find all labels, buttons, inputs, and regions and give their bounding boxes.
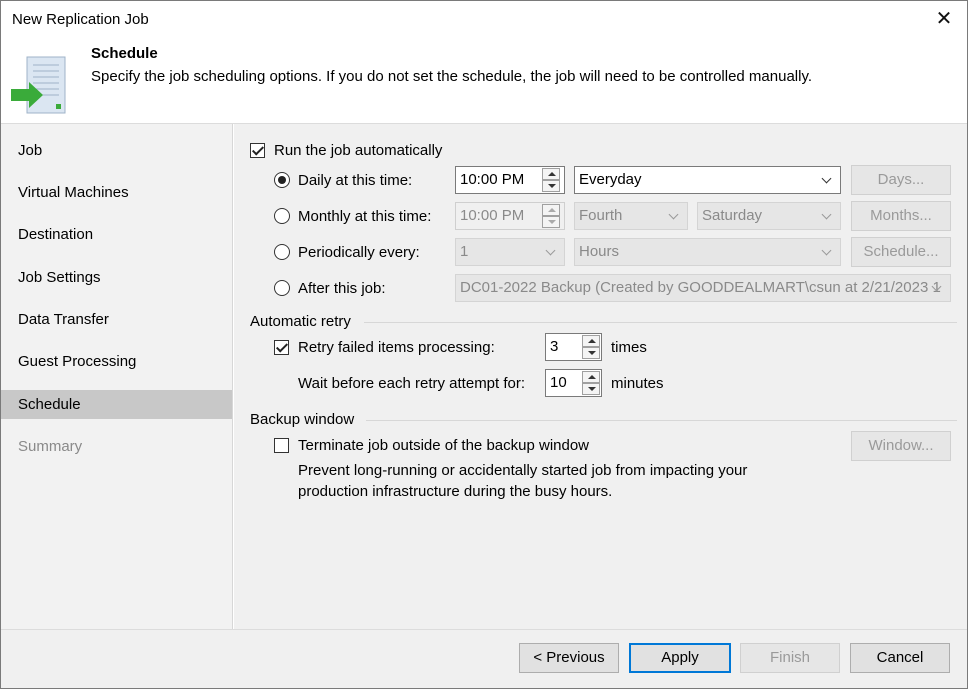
monthly-day-select: Saturday <box>697 202 841 230</box>
monthly-day-value: Saturday <box>702 207 763 224</box>
daily-frequency-value: Everyday <box>579 171 642 188</box>
sidebar-item-destination[interactable]: Destination <box>1 220 232 249</box>
days-button: Days... <box>851 165 951 195</box>
retry-count-stepper[interactable] <box>582 335 600 359</box>
daily-label: Daily at this time: <box>298 172 413 189</box>
backup-window-group-divider <box>366 420 957 421</box>
periodically-label: Periodically every: <box>298 244 420 261</box>
chevron-down-icon <box>820 239 834 265</box>
monthly-radio[interactable] <box>274 208 290 224</box>
chevron-down-icon <box>544 239 558 265</box>
backup-window-note-line1: Prevent long-running or accidentally sta… <box>298 462 748 479</box>
page-description: Specify the job scheduling options. If y… <box>91 68 813 85</box>
retry-failed-label: Retry failed items processing: <box>298 339 495 356</box>
period-unit-select: Hours <box>574 238 841 266</box>
cancel-button[interactable]: Cancel <box>850 643 950 673</box>
period-value-select: 1 <box>455 238 565 266</box>
run-automatically-checkbox[interactable] <box>250 143 265 158</box>
close-icon: ✕ <box>935 8 953 30</box>
retry-failed-checkbox[interactable] <box>274 340 289 355</box>
monthly-week-value: Fourth <box>579 207 623 224</box>
wizard-footer: < Previous Apply Finish Cancel <box>1 629 967 688</box>
retry-group-divider <box>364 322 957 323</box>
sidebar-item-job-settings[interactable]: Job Settings <box>1 263 232 292</box>
daily-time-stepper[interactable] <box>542 168 560 192</box>
months-button: Months... <box>851 201 951 231</box>
sidebar-item-summary: Summary <box>18 438 83 455</box>
finish-button: Finish <box>740 643 840 673</box>
period-value: 1 <box>460 243 469 260</box>
after-job-select: DC01-2022 Backup (Created by GOODDEALMAR… <box>455 274 951 302</box>
after-job-value: DC01-2022 Backup (Created by GOODDEALMAR… <box>460 279 941 296</box>
chevron-down-icon <box>667 203 681 229</box>
daily-frequency-select[interactable]: Everyday <box>574 166 841 194</box>
after-job-radio[interactable] <box>274 280 290 296</box>
monthly-time-stepper <box>542 204 560 228</box>
retry-wait-label: Wait before each retry attempt for: <box>298 375 526 392</box>
chevron-down-icon <box>930 275 944 301</box>
monthly-week-select: Fourth <box>574 202 688 230</box>
apply-button[interactable]: Apply <box>629 643 731 673</box>
sidebar-item-job[interactable]: Job <box>1 136 232 165</box>
close-button[interactable]: ✕ <box>929 6 959 32</box>
sidebar-item-schedule[interactable]: Schedule <box>1 390 232 419</box>
backup-window-note-line2: production infrastructure during the bus… <box>298 483 613 500</box>
window-title: New Replication Job <box>12 11 149 28</box>
automatic-retry-group-label: Automatic retry <box>250 313 351 330</box>
periodically-radio[interactable] <box>274 244 290 260</box>
chevron-down-icon <box>820 203 834 229</box>
sidebar-item-guest-processing[interactable]: Guest Processing <box>1 347 232 376</box>
wizard-header: Schedule Specify the job scheduling opti… <box>1 39 967 124</box>
replication-job-dialog: New Replication Job ✕ Schedule Specify t… <box>0 0 968 689</box>
sidebar-item-virtual-machines[interactable]: Virtual Machines <box>1 178 232 207</box>
title-bar: New Replication Job ✕ <box>1 1 967 39</box>
schedule-document-icon <box>11 56 66 114</box>
retry-wait-stepper[interactable] <box>582 371 600 395</box>
terminate-outside-window-label: Terminate job outside of the backup wind… <box>298 437 590 454</box>
chevron-down-icon <box>820 167 834 193</box>
run-automatically-label: Run the job automatically <box>274 142 443 159</box>
period-unit-value: Hours <box>579 243 620 260</box>
daily-radio[interactable] <box>274 172 290 188</box>
previous-button[interactable]: < Previous <box>519 643 619 673</box>
sidebar-item-data-transfer[interactable]: Data Transfer <box>1 305 232 334</box>
page-title: Schedule <box>91 45 158 62</box>
after-job-label: After this job: <box>298 280 386 297</box>
window-button: Window... <box>851 431 951 461</box>
retry-wait-unit: minutes <box>611 375 664 392</box>
monthly-label: Monthly at this time: <box>298 208 432 225</box>
terminate-outside-window-checkbox[interactable] <box>274 438 289 453</box>
schedule-panel: Run the job automatically Daily at this … <box>234 124 967 629</box>
wizard-steps-sidebar: Job Virtual Machines Destination Job Set… <box>1 124 233 629</box>
schedule-button: Schedule... <box>851 237 951 267</box>
backup-window-group-label: Backup window <box>250 411 355 428</box>
retry-count-unit: times <box>611 339 647 356</box>
